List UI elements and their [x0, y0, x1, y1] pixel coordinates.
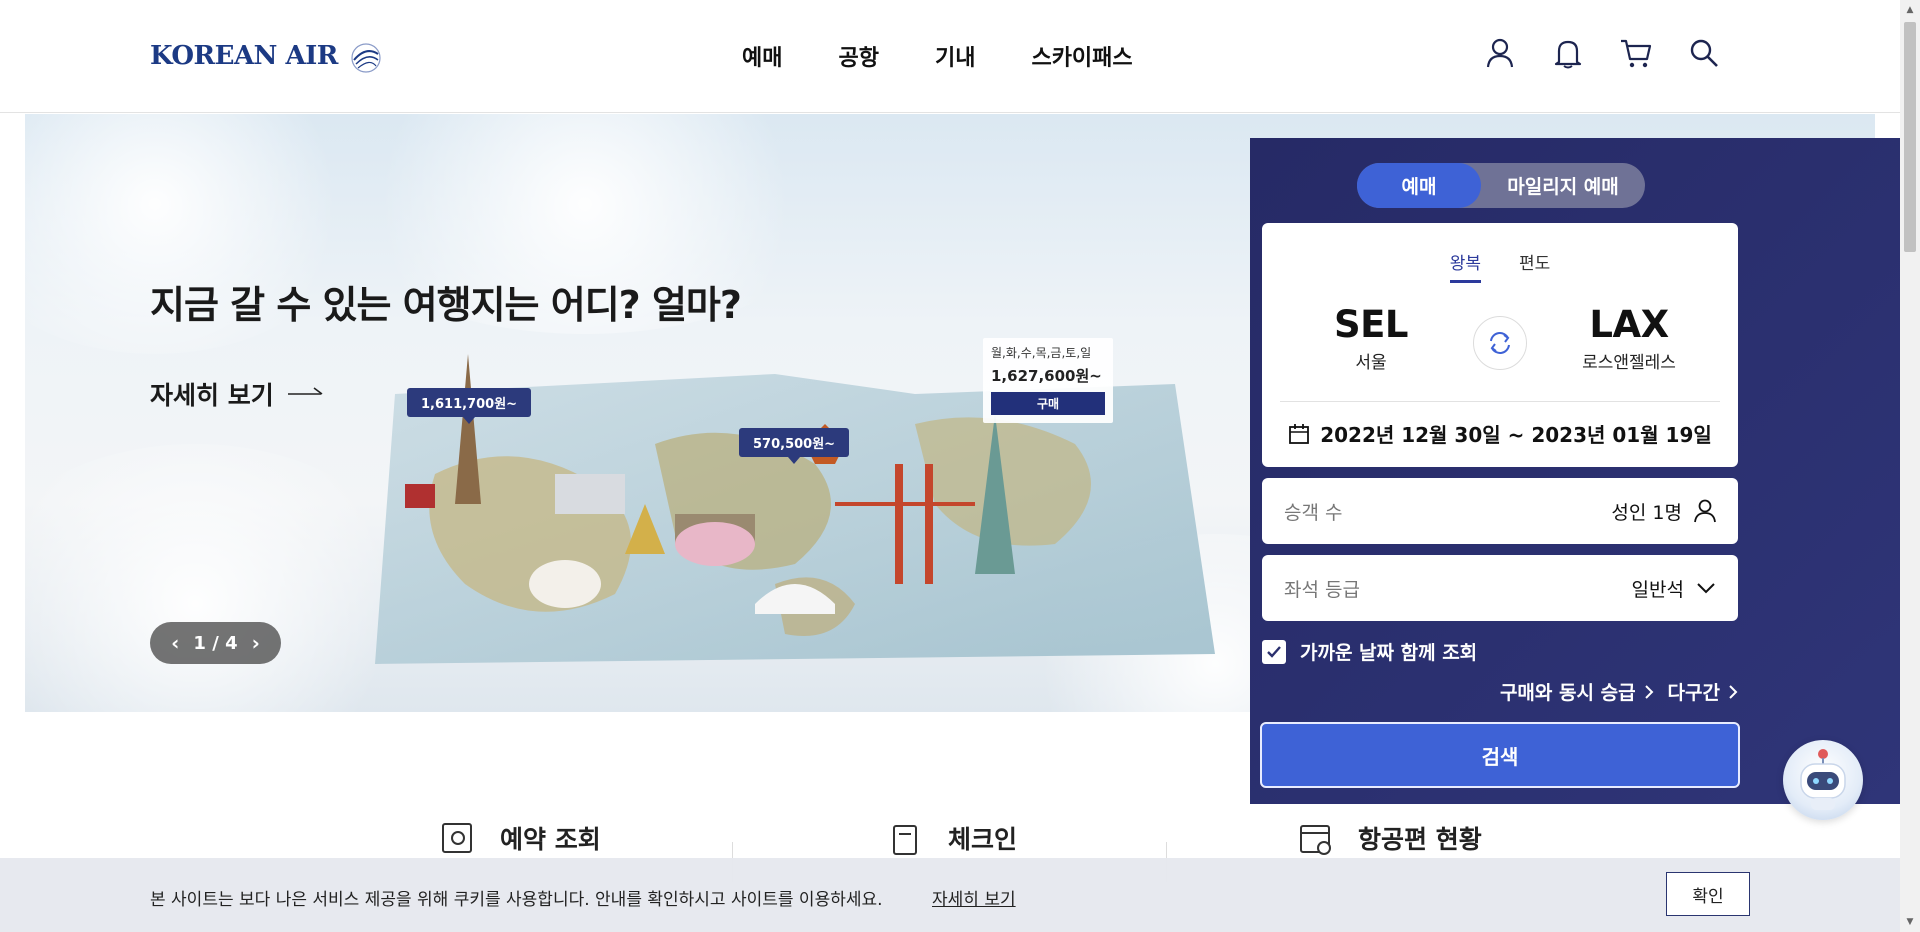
cabin-class-label: 좌석 등급	[1284, 578, 1360, 601]
bell-icon[interactable]	[1552, 36, 1584, 70]
nav-item-booking[interactable]: 예매	[742, 40, 782, 72]
destination-name: 로스앤젤레스	[1582, 353, 1676, 373]
chevron-right-icon	[1729, 684, 1738, 699]
nearby-dates-checkbox[interactable]	[1262, 639, 1286, 664]
passenger-label: 승객 수	[1284, 501, 1343, 524]
person-icon	[1694, 499, 1716, 523]
user-icon[interactable]	[1484, 36, 1516, 70]
quick-item-flight-status-label: 항공편 현황	[1358, 825, 1482, 854]
scroll-down-icon[interactable]: ▼	[1900, 912, 1920, 932]
trip-type-tabs: 왕복 편도	[1262, 249, 1738, 283]
destination-selector[interactable]: LAX 로스앤젤레스	[1554, 303, 1704, 373]
flight-status-icon	[1300, 825, 1331, 855]
chevron-right-icon[interactable]: ›	[252, 631, 260, 655]
page-scrollbar[interactable]: ▲ ▼	[1900, 0, 1920, 932]
chatbot-button[interactable]	[1783, 740, 1863, 820]
hero-more-link[interactable]: 자세히 보기	[150, 376, 324, 412]
page: KOREAN AIR 예매 공항 기내 스카이패스 지금 갈 수 있는 여행지는…	[0, 0, 1920, 932]
cookie-notice-bar: 본 사이트는 보다 나은 서비스 제공을 위해 쿠키를 사용합니다. 안내를 확…	[0, 858, 1900, 932]
quick-item-reservation-label: 예약 조회	[500, 825, 601, 854]
chevron-left-icon[interactable]: ‹	[171, 631, 179, 655]
quick-item-reservation[interactable]: 예약 조회	[440, 820, 601, 856]
hero-more-label: 자세히 보기	[150, 381, 274, 410]
pager-current: 1	[193, 632, 206, 654]
pager-separator: /	[212, 632, 219, 654]
hero-title: 지금 갈 수 있는 여행지는 어디? 얼마?	[150, 283, 742, 327]
passenger-field[interactable]: 승객 수 성인 1명	[1262, 478, 1738, 544]
nav-item-skypass[interactable]: 스카이패스	[1031, 40, 1132, 72]
nav-item-inflight[interactable]: 기내	[935, 40, 975, 72]
deal-price: 1,627,600원~	[991, 367, 1102, 385]
swap-icon	[1490, 332, 1510, 354]
passenger-value-group: 성인 1명	[1611, 498, 1716, 525]
banner-pager: ‹ 1 / 4 ›	[150, 622, 281, 664]
cookie-more-link[interactable]: 자세히 보기	[932, 885, 1016, 910]
origin-selector[interactable]: SEL 서울	[1296, 303, 1446, 373]
nearby-dates-checkbox-row[interactable]: 가까운 날짜 함께 조회	[1262, 638, 1477, 665]
deal-card: 월,화,수,목,금,토,일 1,627,600원~ 구매	[983, 338, 1113, 423]
search-icon[interactable]	[1688, 36, 1720, 70]
multi-city-link[interactable]: 다구간	[1668, 678, 1738, 705]
quick-item-checkin-label: 체크인	[948, 825, 1018, 854]
cabin-class-value-group: 일반석	[1632, 575, 1716, 602]
arrow-right-icon	[287, 387, 323, 395]
taeguk-swirl-icon	[351, 43, 381, 73]
booking-mode-toggle: 예매 마일리지 예매	[1357, 163, 1645, 208]
chevron-right-icon	[1644, 684, 1653, 699]
deal-buy-button[interactable]: 구매	[991, 392, 1105, 415]
cabin-class-value: 일반석	[1631, 578, 1684, 601]
origin-name: 서울	[1355, 353, 1387, 373]
date-selector[interactable]: 2022년 12월 30일 ~ 2023년 01월 19일	[1262, 419, 1738, 448]
chevron-down-icon	[1697, 583, 1715, 594]
logo-text: KOREAN AIR	[150, 41, 338, 71]
deal-days: 월,화,수,목,금,토,일	[991, 346, 1092, 360]
nav-item-airport[interactable]: 공항	[838, 40, 878, 72]
origin-code: SEL	[1334, 303, 1409, 346]
cabin-class-field[interactable]: 좌석 등급 일반석	[1262, 555, 1738, 621]
price-tag-europe[interactable]: 1,611,700원~	[407, 388, 532, 424]
booking-links: 구매와 동시 승급 다구간	[1500, 678, 1738, 705]
robot-mascot-icon	[1800, 749, 1846, 810]
passenger-value: 성인 1명	[1611, 501, 1682, 524]
price-tag-asia[interactable]: 570,500원~	[739, 428, 850, 464]
booking-panel: 예매 마일리지 예매 왕복 편도 SEL 서울 LAX 로스앤젤레스 2022년…	[1250, 138, 1900, 804]
route-divider	[1280, 401, 1720, 402]
korean-air-logo[interactable]: KOREAN AIR	[150, 36, 388, 76]
tab-round-trip[interactable]: 왕복	[1449, 249, 1481, 283]
header: KOREAN AIR 예매 공항 기내 스카이패스	[0, 0, 1900, 113]
pager-total: 4	[225, 632, 238, 654]
pager-status: 1 / 4	[193, 633, 237, 654]
cookie-notice-text: 본 사이트는 보다 나은 서비스 제공을 위해 쿠키를 사용합니다. 안내를 확…	[150, 890, 883, 910]
checkmark-icon	[1267, 645, 1281, 658]
calendar-icon	[1289, 423, 1310, 444]
upgrade-link[interactable]: 구매와 동시 승급	[1500, 678, 1654, 705]
cart-icon[interactable]	[1620, 36, 1652, 70]
reservation-icon	[442, 823, 472, 853]
mode-booking-button[interactable]: 예매	[1357, 163, 1481, 208]
swap-route-button[interactable]	[1473, 316, 1527, 370]
upgrade-link-label: 구매와 동시 승급	[1499, 682, 1636, 704]
tab-one-way[interactable]: 편도	[1519, 249, 1550, 283]
quick-item-checkin[interactable]: 체크인	[888, 820, 1017, 856]
mode-mileage-button[interactable]: 마일리지 예매	[1481, 163, 1645, 208]
utility-menu	[1484, 36, 1720, 70]
scroll-up-icon[interactable]: ▲	[1900, 0, 1920, 20]
cookie-confirm-button[interactable]: 확인	[1666, 872, 1750, 916]
multi-city-link-label: 다구간	[1667, 682, 1720, 704]
nearby-dates-label: 가까운 날짜 함께 조회	[1300, 642, 1478, 664]
quick-item-flight-status[interactable]: 항공편 현황	[1298, 820, 1482, 856]
date-range: 2022년 12월 30일 ~ 2023년 01월 19일	[1320, 423, 1712, 447]
route-card: 왕복 편도 SEL 서울 LAX 로스앤젤레스 2022년 12월 30일 ~ …	[1262, 223, 1738, 467]
scrollbar-thumb[interactable]	[1904, 22, 1916, 252]
main-nav: 예매 공항 기내 스카이패스	[742, 40, 1189, 72]
flight-search-button[interactable]: 검색	[1260, 722, 1740, 788]
destination-code: LAX	[1589, 303, 1669, 346]
checkin-icon	[893, 825, 917, 855]
